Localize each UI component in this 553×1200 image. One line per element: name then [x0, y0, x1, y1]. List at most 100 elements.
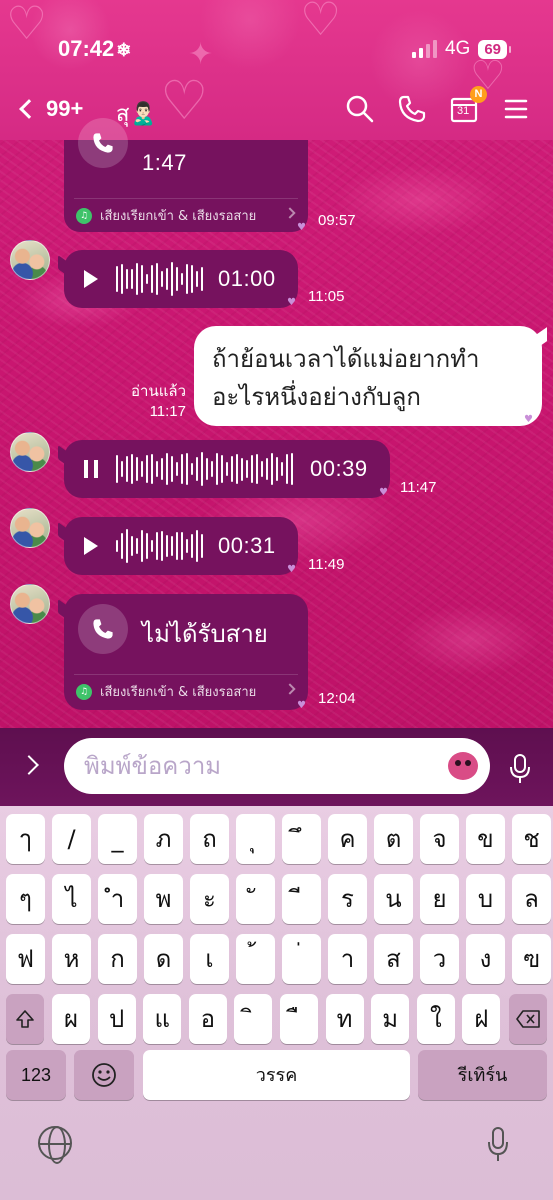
- keyboard-key[interactable]: ส: [374, 934, 413, 984]
- keyboard-key[interactable]: า: [328, 934, 367, 984]
- waveform-bar: [236, 454, 238, 484]
- keyboard-key[interactable]: พ: [144, 874, 183, 924]
- avatar[interactable]: [10, 432, 50, 472]
- keyboard-key[interactable]: ห: [52, 934, 91, 984]
- waveform-bar: [221, 455, 223, 483]
- back-button[interactable]: 99+: [19, 96, 83, 122]
- keyboard-key[interactable]: ฝ: [462, 994, 501, 1044]
- avatar[interactable]: [10, 508, 50, 548]
- keyboard-key[interactable]: ี: [282, 874, 321, 924]
- keyboard-key[interactable]: อ: [188, 994, 227, 1044]
- voice-message[interactable]: 01:00: [64, 250, 298, 308]
- voice-message[interactable]: 00:39: [64, 440, 390, 498]
- waveform-bar: [166, 453, 168, 485]
- keyboard-key[interactable]: ย: [420, 874, 459, 924]
- waveform-bar: [181, 531, 183, 561]
- keyboard-key[interactable]: บ: [466, 874, 505, 924]
- waveform: [116, 452, 293, 486]
- dictation-microphone-icon[interactable]: [487, 1126, 509, 1162]
- call-message[interactable]: 1:47 ♫ เสียงเรียกเข้า & เสียงรอสาย: [64, 118, 308, 232]
- keyboard-key[interactable]: /: [52, 814, 91, 864]
- reaction-heart: ♥: [287, 297, 296, 308]
- keyboard-key[interactable]: ๅ: [6, 814, 45, 864]
- call-footer[interactable]: ♫ เสียงเรียกเข้า & เสียงรอสาย: [74, 198, 298, 232]
- pause-icon[interactable]: [84, 460, 98, 478]
- waveform-bar: [116, 455, 118, 483]
- keyboard-key[interactable]: ผ: [52, 994, 90, 1044]
- numbers-key[interactable]: 123: [6, 1050, 66, 1100]
- music-icon: ♫: [76, 207, 92, 224]
- menu-icon[interactable]: [501, 94, 531, 124]
- delete-key[interactable]: [509, 994, 547, 1044]
- emoji-key[interactable]: [74, 1050, 134, 1100]
- keyboard-key[interactable]: ั: [236, 874, 275, 924]
- keyboard-key[interactable]: ไ: [52, 874, 91, 924]
- waveform-bar: [176, 531, 178, 561]
- sticker-icon[interactable]: [448, 752, 478, 780]
- header: ♡ ✦ ♡ ♡ ♡ 07:42 ❄ 4G 69 99+ สุ🙎🏻‍♂️ 31 N: [0, 0, 553, 140]
- search-icon[interactable]: [345, 94, 375, 124]
- chevron-right-icon[interactable]: [19, 755, 39, 775]
- keyboard-key[interactable]: ถ: [190, 814, 229, 864]
- keyboard-key[interactable]: ข: [466, 814, 505, 864]
- waveform-bar: [156, 532, 158, 560]
- keyboard-key[interactable]: ต: [374, 814, 413, 864]
- keyboard-key[interactable]: ่: [282, 934, 321, 984]
- keyboard-key[interactable]: ึ: [282, 814, 321, 864]
- keyboard-key[interactable]: ท: [325, 994, 364, 1044]
- keyboard-key[interactable]: ุ: [236, 814, 275, 864]
- microphone-icon[interactable]: [509, 754, 531, 784]
- keyboard-key[interactable]: ้: [236, 934, 275, 984]
- globe-icon[interactable]: [38, 1126, 72, 1164]
- chevron-right-icon: [284, 683, 296, 695]
- keyboard-key[interactable]: ิ: [234, 994, 273, 1044]
- keyboard-key[interactable]: ป: [97, 994, 136, 1044]
- keyboard-key[interactable]: น: [374, 874, 413, 924]
- keyboard-key[interactable]: เ: [190, 934, 229, 984]
- waveform-bar: [176, 267, 178, 291]
- keyboard-key[interactable]: ก: [98, 934, 137, 984]
- keyboard-key[interactable]: ร: [328, 874, 367, 924]
- keyboard-key[interactable]: ง: [466, 934, 505, 984]
- voice-message[interactable]: 00:31: [64, 517, 298, 575]
- keyboard-key[interactable]: จ: [420, 814, 459, 864]
- keyboard-key[interactable]: ื: [280, 994, 318, 1044]
- waveform-bar: [171, 456, 173, 482]
- keyboard-key[interactable]: _: [98, 814, 137, 864]
- calendar-icon[interactable]: 31 N: [449, 86, 487, 124]
- phone-icon: [93, 619, 113, 639]
- avatar[interactable]: [10, 584, 50, 624]
- keyboard-key[interactable]: ะ: [190, 874, 229, 924]
- waveform-bar: [161, 531, 163, 561]
- keyboard-key[interactable]: ฟ: [6, 934, 45, 984]
- reaction-heart: ♥: [524, 414, 533, 425]
- phone-icon[interactable]: [397, 94, 427, 124]
- shift-key[interactable]: [6, 994, 44, 1044]
- keyboard-key[interactable]: ภ: [144, 814, 183, 864]
- chat-title[interactable]: สุ🙎🏻‍♂️: [116, 96, 157, 131]
- keyboard-key[interactable]: ล: [512, 874, 551, 924]
- avatar[interactable]: [10, 240, 50, 280]
- keyboard-key[interactable]: ๆ: [6, 874, 45, 924]
- space-key[interactable]: วรรค: [143, 1050, 410, 1100]
- keyboard-key[interactable]: ว: [420, 934, 459, 984]
- keyboard-key[interactable]: ใ: [416, 994, 455, 1044]
- person-emoji: 🙎🏻‍♂️: [129, 102, 157, 127]
- voice-duration: 00:39: [310, 456, 368, 481]
- return-key[interactable]: รีเทิร์น: [418, 1050, 547, 1100]
- keyboard-key[interactable]: ำ: [98, 874, 137, 924]
- missed-call-message[interactable]: ไม่ได้รับสาย ♫ เสียงเรียกเข้า & เสียงรอส…: [64, 594, 308, 710]
- keyboard-key[interactable]: แ: [143, 994, 182, 1044]
- waveform-bar: [136, 537, 138, 555]
- keyboard-key[interactable]: ด: [144, 934, 183, 984]
- play-icon[interactable]: [84, 270, 98, 288]
- keyboard-key[interactable]: ช: [512, 814, 551, 864]
- keyboard-key[interactable]: ม: [371, 994, 410, 1044]
- message-input[interactable]: [64, 738, 490, 794]
- call-footer[interactable]: ♫ เสียงเรียกเข้า & เสียงรอสาย: [74, 674, 298, 708]
- outgoing-message[interactable]: ถ้าย้อนเวลาได้แม่อยากทำ อะไรหนึ่งอย่างกั…: [194, 326, 542, 426]
- keyboard-key[interactable]: ฃ: [512, 934, 551, 984]
- message-text-field[interactable]: [84, 748, 444, 784]
- keyboard-key[interactable]: ค: [328, 814, 367, 864]
- play-icon[interactable]: [84, 537, 98, 555]
